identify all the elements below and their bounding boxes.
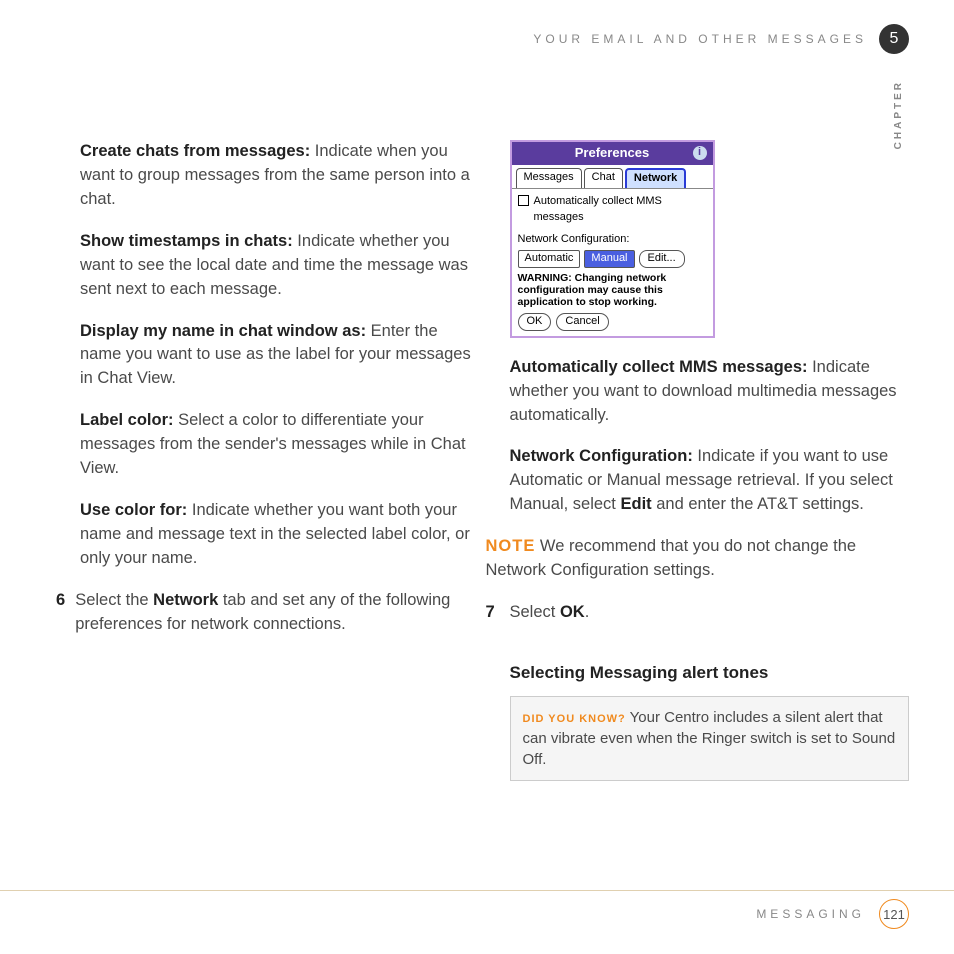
item-create-chats: Create chats from messages: Indicate whe… xyxy=(80,140,480,212)
item-label-color: Label color: Select a color to different… xyxy=(80,409,480,481)
manual-page: YOUR EMAIL AND OTHER MESSAGES 5 CHAPTER … xyxy=(0,0,954,954)
footer-section: MESSAGING xyxy=(756,907,865,921)
section-heading: Selecting Messaging alert tones xyxy=(510,661,910,686)
network-config-label: Network Configuration: xyxy=(518,232,707,248)
item-use-color-for: Use color for: Indicate whether you want… xyxy=(80,499,480,571)
note-block: NOTE We recommend that you do not change… xyxy=(486,535,910,583)
option-manual[interactable]: Manual xyxy=(584,250,634,268)
dialog-titlebar: Preferences i xyxy=(512,142,713,165)
did-you-know-box: DID YOU KNOW? Your Centro includes a sil… xyxy=(510,696,910,781)
dialog-body: Automatically collect MMS messages Netwo… xyxy=(512,188,713,336)
right-column: Preferences i Messages Chat Network Auto… xyxy=(510,140,910,781)
item-network-configuration: Network Configuration: Indicate if you w… xyxy=(510,445,910,517)
page-footer: MESSAGING 121 xyxy=(756,899,909,929)
network-config-row: Automatic Manual Edit... xyxy=(518,250,707,268)
ok-button[interactable]: OK xyxy=(518,313,552,331)
page-header: YOUR EMAIL AND OTHER MESSAGES 5 xyxy=(533,24,909,54)
step-7: 7 Select OK. xyxy=(510,601,910,643)
edit-button[interactable]: Edit... xyxy=(639,250,685,268)
warning-text: WARNING: Changing network configuration … xyxy=(518,272,707,308)
item-show-timestamps: Show timestamps in chats: Indicate wheth… xyxy=(80,230,480,302)
tab-messages[interactable]: Messages xyxy=(516,168,582,188)
cancel-button[interactable]: Cancel xyxy=(556,313,608,331)
chapter-number-badge: 5 xyxy=(879,24,909,54)
step-6: 6 Select the Network tab and set any of … xyxy=(80,589,480,655)
left-column: Create chats from messages: Indicate whe… xyxy=(80,140,480,781)
step-number: 7 xyxy=(486,601,500,643)
tab-chat[interactable]: Chat xyxy=(584,168,623,188)
tab-network[interactable]: Network xyxy=(625,168,686,188)
step-number: 6 xyxy=(56,589,65,655)
item-display-name: Display my name in chat window as: Enter… xyxy=(80,320,480,392)
chapter-label: CHAPTER xyxy=(893,80,904,149)
dialog-tabs: Messages Chat Network xyxy=(512,165,713,188)
item-auto-collect-mms: Automatically collect MMS messages: Indi… xyxy=(510,356,910,428)
auto-collect-label: Automatically collect MMS messages xyxy=(534,194,707,226)
header-title: YOUR EMAIL AND OTHER MESSAGES xyxy=(533,32,867,46)
info-icon[interactable]: i xyxy=(693,146,707,160)
auto-collect-checkbox[interactable] xyxy=(518,195,529,206)
note-label: NOTE xyxy=(486,537,536,555)
option-automatic[interactable]: Automatic xyxy=(518,250,581,268)
auto-collect-row: Automatically collect MMS messages xyxy=(518,194,707,226)
page-number: 121 xyxy=(879,899,909,929)
footer-rule xyxy=(0,890,954,891)
tip-label: DID YOU KNOW? xyxy=(523,713,626,725)
preferences-dialog: Preferences i Messages Chat Network Auto… xyxy=(510,140,715,338)
